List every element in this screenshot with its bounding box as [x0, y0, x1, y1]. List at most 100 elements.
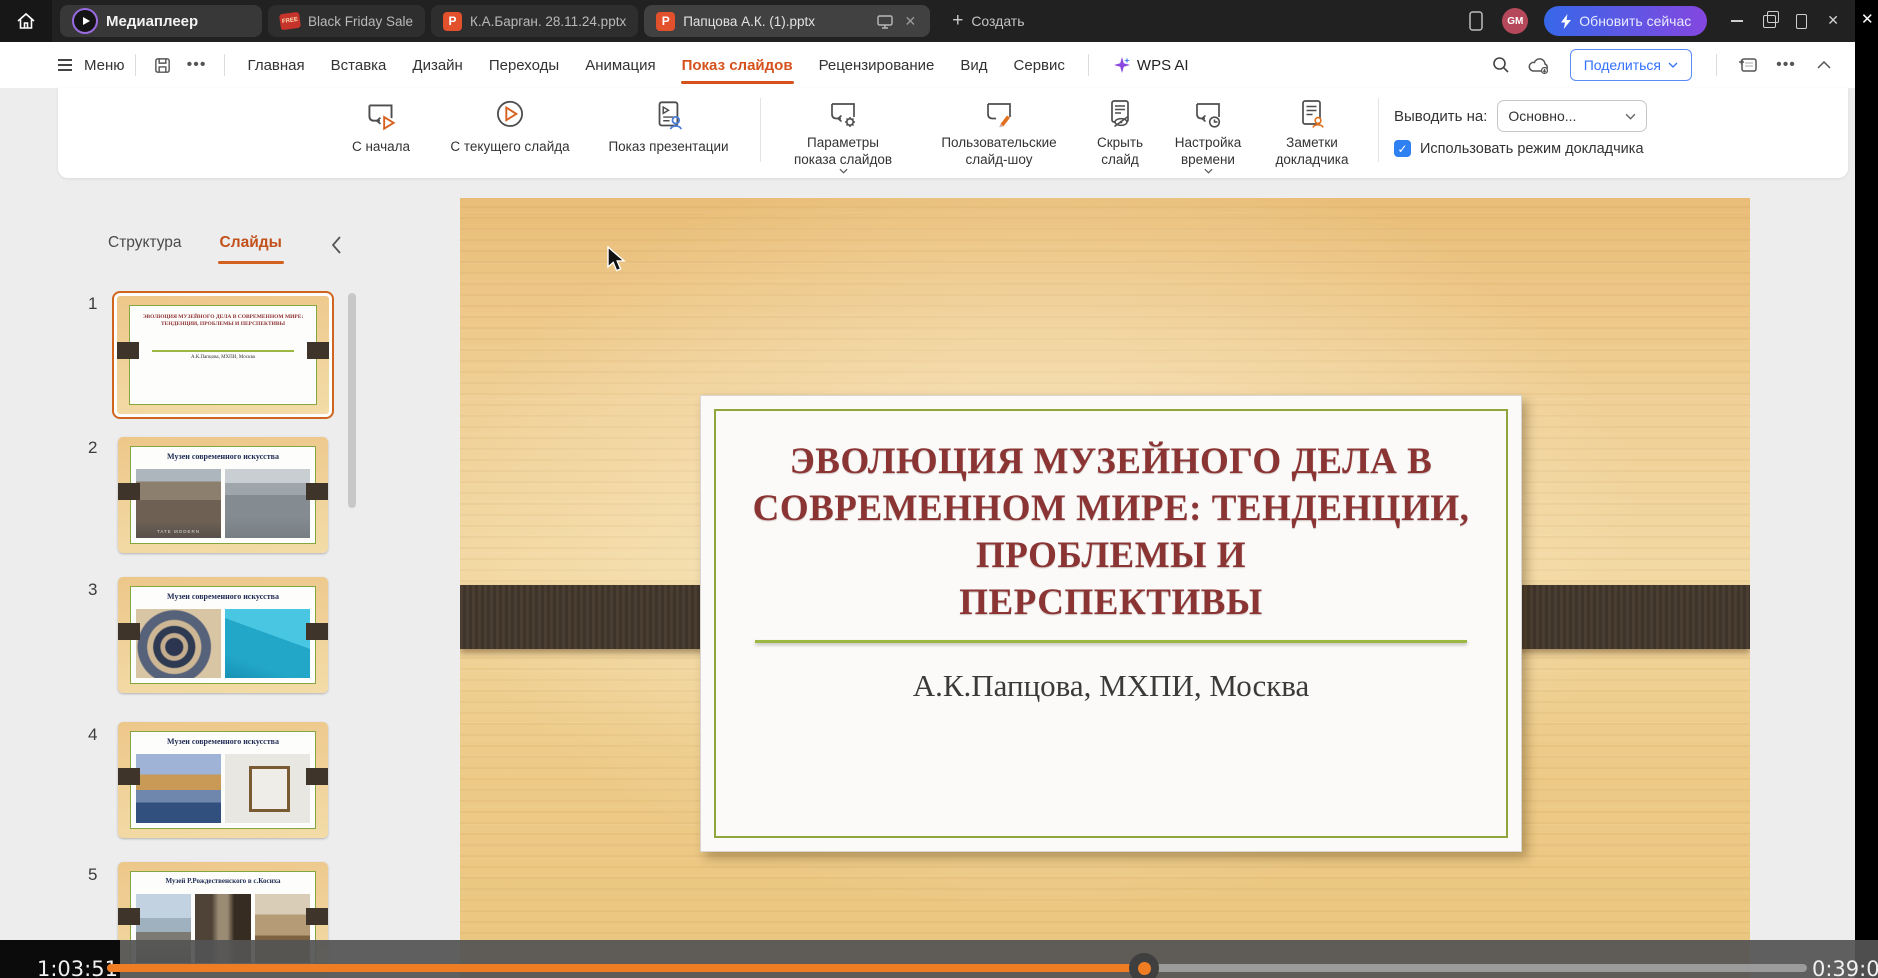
thumb-title: Музеи современного искусства: [131, 737, 315, 746]
show-presentation-button[interactable]: Показ презентации: [586, 96, 751, 174]
player-scrubber-handle[interactable]: [1129, 953, 1159, 978]
thumb-slide-panel: Музеи современного искусства TATE MODERN: [130, 446, 316, 544]
thumb-side-bar: [306, 908, 328, 925]
tab-paptsova-pptx[interactable]: P Папцова А.К. (1).pptx ✕: [644, 5, 930, 37]
more-file-actions-icon[interactable]: •••: [180, 50, 214, 80]
slide-number: 4: [88, 725, 97, 745]
photo-crowd: [225, 469, 310, 538]
monitor-icon[interactable]: [876, 13, 894, 30]
rehearse-timings-button[interactable]: Настройка времени: [1162, 96, 1254, 174]
remaining-time: 0:39:0: [1812, 957, 1878, 978]
menu-tab-tools[interactable]: Сервис: [1001, 57, 1078, 74]
player-progress-fill: [107, 964, 1144, 972]
workspace: Структура Слайды 1 ЭВОЛЮЦИЯ МУЗЕЙНОГО ДЕ…: [0, 198, 1855, 978]
menu-tab-slideshow[interactable]: Показ слайдов: [669, 57, 806, 74]
monitor-play-icon: [361, 96, 401, 136]
monitor-clock-icon: [1189, 96, 1227, 132]
elapsed-time: 1:03:51: [37, 957, 118, 978]
edit-toolbar-button[interactable]: [1731, 50, 1765, 80]
dropdown-chevron-icon: [839, 168, 848, 174]
sidebar-scrollbar[interactable]: [348, 293, 356, 508]
window-controls: ✕: [1731, 13, 1839, 29]
slide-canvas[interactable]: ЭВОЛЮЦИЯ МУЗЕЙНОГО ДЕЛА В СОВРЕМЕННОМ МИ…: [460, 198, 1750, 978]
share-button[interactable]: Поделиться: [1570, 49, 1692, 81]
restore-window-icon[interactable]: [1763, 15, 1776, 28]
cloud-sync-button[interactable]: [1522, 50, 1556, 80]
separator: [1378, 98, 1379, 162]
tab-label: Медиаплеер: [106, 13, 198, 30]
thumb-title: Музеи современного искусства: [131, 452, 315, 461]
menu-tab-review[interactable]: Рецензирование: [806, 57, 948, 74]
slide-thumbnail-1[interactable]: ЭВОЛЮЦИЯ МУЗЕЙНОГО ДЕЛА В СОВРЕМЕННОМ МИ…: [112, 291, 334, 419]
tab-slides[interactable]: Слайды: [220, 234, 282, 252]
slide-thumbnail-3[interactable]: Музеи современного искусства: [118, 577, 328, 693]
panel-plus-icon: [1738, 56, 1758, 74]
video-close-icon[interactable]: ✕: [1861, 10, 1874, 28]
update-now-button[interactable]: Обновить сейчас: [1544, 6, 1707, 36]
tab-media-player[interactable]: Медиаплеер: [60, 5, 262, 37]
ribbon-area: С начала С текущего слайда Показ презент…: [0, 88, 1855, 198]
mobile-device-icon[interactable]: [1466, 9, 1486, 33]
show-presentation-label: Показ презентации: [586, 138, 751, 155]
presenter-mode-label: Использовать режим докладчика: [1420, 141, 1644, 157]
collapse-panel-icon[interactable]: [330, 234, 343, 261]
slide-thumbnail-4[interactable]: Музеи современного искусства: [118, 722, 328, 838]
more-toolbar-icon[interactable]: •••: [1769, 50, 1803, 80]
slide-thumbnail-2[interactable]: Музеи современного искусства TATE MODERN: [118, 437, 328, 553]
from-beginning-button[interactable]: С начала: [328, 96, 434, 174]
close-window-icon[interactable]: ✕: [1827, 13, 1839, 29]
new-tab-button[interactable]: + Создать: [952, 10, 1024, 32]
from-current-slide-button[interactable]: С текущего слайда: [436, 96, 584, 174]
search-button[interactable]: [1484, 50, 1518, 80]
plus-icon: +: [952, 10, 963, 32]
thumb-slide-panel: Музеи современного искусства: [130, 731, 316, 829]
cloud-icon: [1527, 55, 1551, 75]
save-button[interactable]: [146, 50, 180, 80]
custom-shows-button[interactable]: Пользовательские слайд-шоу: [920, 96, 1078, 174]
tab-bargan-pptx[interactable]: P К.А.Барган. 28.11.24.pptx: [431, 5, 638, 37]
slide-title[interactable]: ЭВОЛЮЦИЯ МУЗЕЙНОГО ДЕЛА В СОВРЕМЕННОМ МИ…: [731, 438, 1491, 626]
menubar: Меню ••• Главная Вставка Дизайн Переходы…: [0, 42, 1855, 88]
options-label-2: показа слайдов: [794, 152, 892, 167]
slide-text-panel[interactable]: ЭВОЛЮЦИЯ МУЗЕЙНОГО ДЕЛА В СОВРЕМЕННОМ МИ…: [700, 395, 1522, 852]
separator: [760, 98, 761, 162]
menu-tab-animation[interactable]: Анимация: [572, 57, 668, 74]
player-progress-track[interactable]: [107, 964, 1807, 972]
menubar-right: Поделиться •••: [1484, 49, 1855, 81]
presenter-mode-row: ✓ Использовать режим докладчика: [1394, 140, 1644, 157]
slide-decor-bar-right: [1488, 585, 1750, 649]
collapse-ribbon-button[interactable]: [1807, 50, 1841, 80]
chevron-down-icon: [1625, 113, 1636, 120]
home-button[interactable]: [0, 0, 52, 42]
wps-ai-button[interactable]: WPS AI: [1099, 56, 1203, 74]
presenter-notes-button[interactable]: Заметки докладчика: [1256, 96, 1368, 174]
chevron-down-icon: [1668, 62, 1678, 68]
avatar[interactable]: GM: [1502, 8, 1528, 34]
menu-tab-design[interactable]: Дизайн: [399, 57, 475, 74]
menu-tab-transitions[interactable]: Переходы: [476, 57, 572, 74]
photo-tate-modern: TATE MODERN: [136, 469, 221, 538]
slide-number: 1: [88, 294, 97, 314]
from-beginning-label: С начала: [328, 138, 434, 155]
display-on-select[interactable]: Основно...: [1497, 100, 1647, 132]
presenter-mode-checkbox[interactable]: ✓: [1394, 140, 1411, 157]
ai-sparkle-icon: [1113, 56, 1131, 74]
rehearse-label-1: Настройка: [1175, 135, 1241, 150]
home-icon: [15, 10, 37, 32]
rehearse-label-2: времени: [1181, 152, 1235, 167]
slide-subtitle[interactable]: А.К.Папцова, МХПИ, Москва: [701, 668, 1521, 704]
menu-button[interactable]: Меню: [58, 57, 125, 74]
slideshow-options-button[interactable]: Параметры показа слайдов: [770, 96, 916, 174]
slide-number: 5: [88, 865, 97, 885]
menu-tab-insert[interactable]: Вставка: [318, 57, 400, 74]
minimize-icon[interactable]: [1731, 20, 1743, 22]
menu-tab-home[interactable]: Главная: [235, 57, 318, 74]
hide-slide-button[interactable]: Скрыть слайд: [1080, 96, 1160, 174]
tab-black-friday[interactable]: FREE Black Friday Sale: [268, 5, 425, 37]
menu-tab-view[interactable]: Вид: [947, 57, 1000, 74]
sidebar-toggle-icon[interactable]: [1796, 14, 1807, 29]
tab-outline[interactable]: Структура: [108, 234, 182, 252]
slide-number: 3: [88, 580, 97, 600]
close-tab-icon[interactable]: ✕: [902, 13, 918, 30]
custom-shows-label-1: Пользовательские: [941, 135, 1056, 150]
